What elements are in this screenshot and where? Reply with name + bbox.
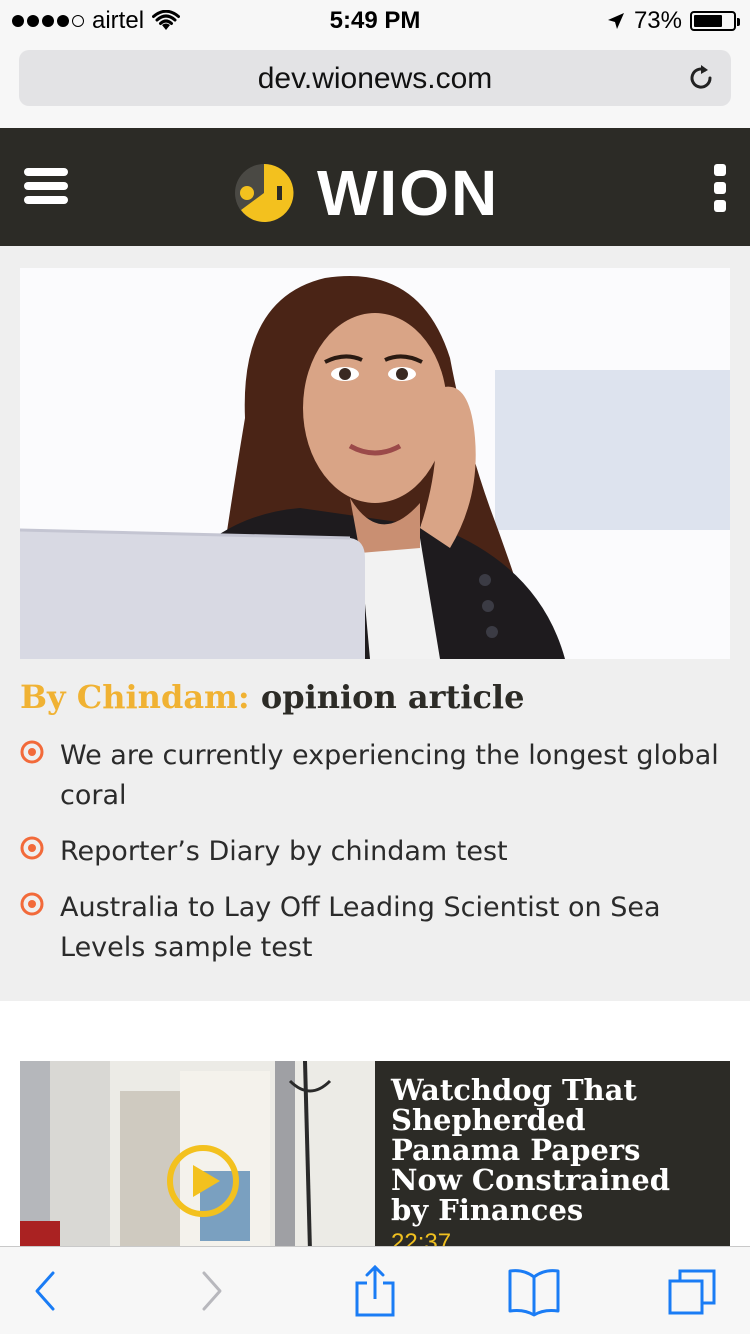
list-item[interactable]: We are currently experiencing the longes… [20,736,730,816]
related-articles-list: We are currently experiencing the longes… [20,736,730,984]
wion-logo-mark-icon [235,163,294,222]
video-thumbnail[interactable] [20,1061,375,1251]
safari-toolbar [0,1246,750,1334]
battery-icon [690,11,740,31]
bullet-target-icon [20,836,44,860]
bullet-target-icon [20,740,44,764]
list-item[interactable]: Australia to Lay Off Leading Scientist o… [20,888,730,968]
tabs-icon[interactable] [664,1265,720,1317]
location-arrow-icon [607,13,624,29]
address-bar[interactable]: dev.wionews.com [19,50,731,106]
status-bar: airtel 5:49 PM 73% [0,0,750,40]
video-title[interactable]: Watchdog That Shepherded Panama Papers N… [391,1075,714,1225]
back-icon[interactable] [17,1265,73,1317]
site-header: WION [0,128,750,246]
related-article-link[interactable]: Reporter’s Diary by chindam test [60,832,508,872]
wion-logo[interactable]: WION [233,156,499,230]
article-hero-image[interactable] [20,268,730,659]
hamburger-menu-icon[interactable] [24,168,68,204]
logo-text: WION [317,157,500,229]
bookmarks-icon[interactable] [506,1265,562,1317]
share-icon[interactable] [347,1265,403,1317]
forward-icon[interactable] [184,1265,240,1317]
video-info[interactable]: Watchdog That Shepherded Panama Papers N… [375,1061,730,1251]
video-card[interactable]: Watchdog That Shepherded Panama Papers N… [20,1061,730,1251]
article-card: By Chindam: opinion article We are curre… [0,246,750,1001]
url-text[interactable]: dev.wionews.com [19,62,731,96]
battery-fill [694,15,722,27]
more-options-icon[interactable] [714,164,726,212]
bullet-target-icon [20,892,44,916]
battery-percent: 73% [633,7,682,34]
article-byline: By Chindam: [20,678,250,716]
hero-illustration [20,268,730,659]
article-title-text: opinion article [260,678,525,716]
video-thumbnail-illustration [20,1061,375,1251]
status-right: 73% [606,7,740,35]
article-title[interactable]: By Chindam: opinion article [20,678,524,716]
related-article-link[interactable]: We are currently experiencing the longes… [60,736,730,816]
browser-address-area: dev.wionews.com [0,40,750,128]
related-article-link[interactable]: Australia to Lay Off Leading Scientist o… [60,888,730,968]
reload-icon[interactable] [685,62,717,94]
list-item[interactable]: Reporter’s Diary by chindam test [20,832,730,872]
